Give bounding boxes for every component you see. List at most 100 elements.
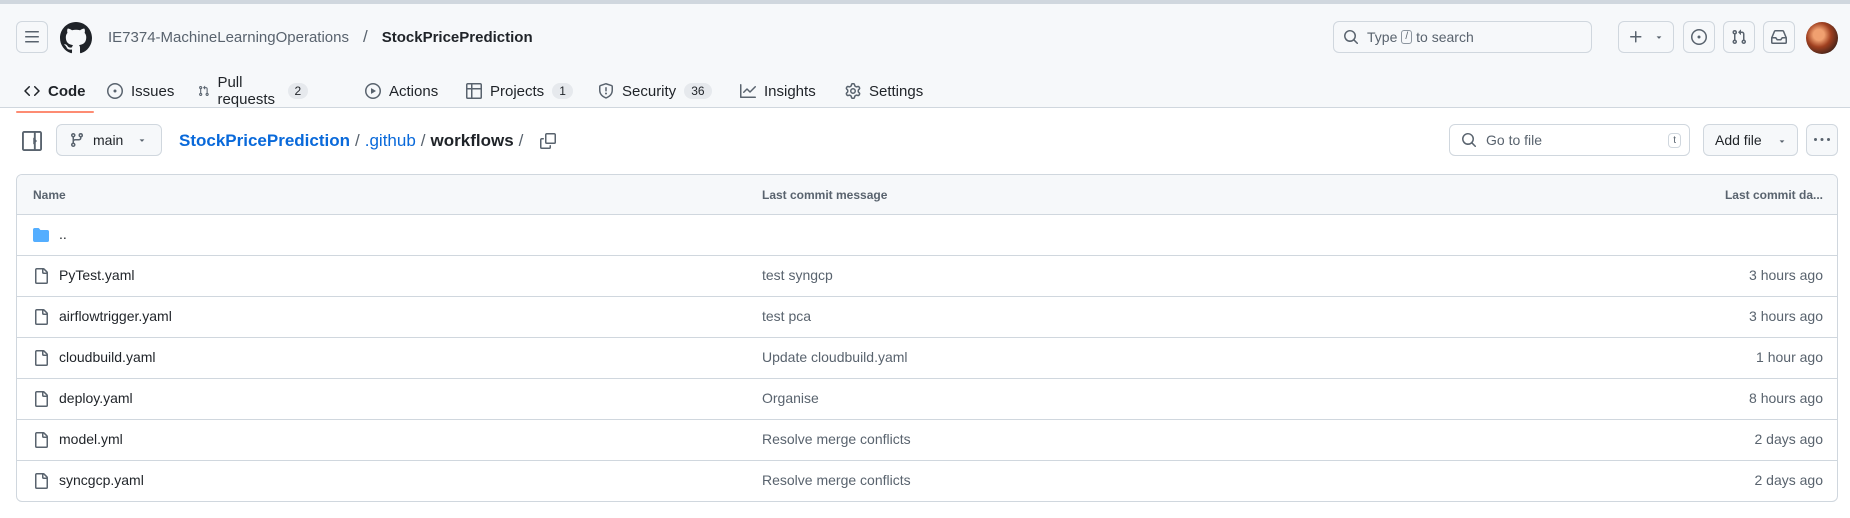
breadcrumb-github-link[interactable]: .github — [365, 131, 416, 151]
commit-message-link[interactable]: test syngcp — [762, 267, 833, 283]
play-icon — [365, 83, 381, 99]
branch-name: main — [93, 132, 124, 148]
file-row[interactable]: cloudbuild.yaml Update cloudbuild.yaml 1… — [17, 338, 1837, 379]
shield-icon — [599, 83, 613, 99]
file-icon — [35, 391, 48, 407]
issue-icon — [107, 83, 123, 99]
issue-opened-icon — [1691, 29, 1707, 45]
parent-directory-link[interactable]: .. — [59, 226, 67, 242]
file-name-link[interactable]: syncgcp.yaml — [59, 472, 144, 488]
file-row[interactable]: deploy.yaml Organise 8 hours ago — [17, 379, 1837, 420]
menu-button[interactable] — [16, 21, 48, 53]
copy-path-button[interactable] — [540, 133, 557, 149]
search-text-pre: Type — [1367, 29, 1398, 45]
tab-issues[interactable]: Issues — [99, 70, 182, 112]
tab-actions[interactable]: Actions — [357, 70, 446, 112]
inbox-button[interactable] — [1763, 21, 1795, 53]
commit-message-link[interactable]: Resolve merge conflicts — [762, 431, 911, 447]
copy-icon — [540, 133, 557, 149]
breadcrumb-separator: / — [355, 131, 360, 150]
file-icon — [35, 432, 48, 448]
go-to-file-input[interactable]: Go to file t — [1449, 124, 1690, 156]
tab-counter: 2 — [287, 83, 309, 99]
triangle-down-icon — [140, 139, 145, 142]
column-header-date: Last commit da... — [1724, 188, 1823, 202]
user-avatar[interactable] — [1806, 22, 1838, 54]
hamburger-icon — [25, 31, 39, 43]
gear-icon — [845, 83, 861, 99]
add-file-button[interactable]: Add file — [1703, 124, 1798, 156]
go-to-file-shortcut: t — [1668, 133, 1681, 148]
pull-request-icon — [199, 85, 209, 97]
file-name-link[interactable]: PyTest.yaml — [59, 267, 134, 283]
repo-context: IE7374-MachineLearningOperations / Stock… — [108, 4, 533, 70]
commit-date: 2 days ago — [1754, 431, 1824, 447]
commit-message-link[interactable]: Update cloudbuild.yaml — [762, 349, 908, 365]
issues-button[interactable] — [1683, 21, 1715, 53]
code-icon — [24, 85, 40, 97]
search-icon — [1462, 133, 1477, 148]
triangle-down-icon — [1779, 140, 1785, 143]
folder-icon — [33, 228, 49, 242]
tab-settings[interactable]: Settings — [837, 70, 931, 112]
search-icon — [1344, 30, 1359, 45]
tab-code[interactable]: Code — [16, 70, 94, 113]
sidebar-expand-icon[interactable] — [22, 131, 42, 151]
tab-pull-requests[interactable]: Pull requests 2 — [190, 70, 316, 112]
commit-date: 3 hours ago — [1749, 308, 1823, 324]
search-shortcut-key: / — [1401, 30, 1413, 44]
owner-link[interactable]: IE7374-MachineLearningOperations — [108, 29, 349, 46]
table-header: Name Last commit message Last commit da.… — [17, 175, 1837, 215]
plus-icon — [1630, 31, 1642, 43]
file-row[interactable]: syncgcp.yaml Resolve merge conflicts 2 d… — [17, 461, 1837, 501]
file-row[interactable]: PyTest.yaml test syngcp 3 hours ago — [17, 256, 1837, 297]
tab-label: Projects — [490, 82, 545, 100]
file-table: Name Last commit message Last commit da.… — [16, 174, 1838, 502]
file-name-link[interactable]: deploy.yaml — [59, 390, 133, 406]
go-to-file-placeholder: Go to file — [1486, 132, 1543, 148]
tab-projects[interactable]: Projects 1 — [458, 70, 581, 112]
file-icon — [35, 350, 48, 366]
add-file-label: Add file — [1715, 132, 1762, 148]
file-row[interactable]: airflowtrigger.yaml test pca 3 hours ago — [17, 297, 1837, 338]
tab-security[interactable]: Security 36 — [590, 70, 720, 112]
inbox-icon — [1771, 30, 1787, 44]
file-name-link[interactable]: airflowtrigger.yaml — [59, 308, 172, 324]
tab-label: Code — [48, 82, 86, 100]
create-new-button[interactable] — [1618, 21, 1674, 53]
commit-message-link[interactable]: Resolve merge conflicts — [762, 472, 911, 488]
file-icon — [35, 473, 48, 489]
tab-label: Security — [622, 82, 677, 100]
file-name-link[interactable]: model.yml — [59, 431, 123, 447]
tab-counter: 1 — [552, 83, 573, 99]
commit-date: 1 hour ago — [1756, 349, 1823, 365]
tab-label: Settings — [869, 82, 924, 100]
column-header-name: Name — [33, 188, 66, 202]
file-icon — [35, 309, 48, 325]
parent-directory-row[interactable]: .. — [17, 215, 1837, 256]
commit-message-link[interactable]: test pca — [762, 308, 811, 324]
file-icon — [35, 268, 48, 284]
tab-insights[interactable]: Insights — [732, 70, 824, 112]
breadcrumb: StockPricePrediction / .github / workflo… — [179, 128, 557, 154]
branch-selector-button[interactable]: main — [56, 124, 162, 156]
tab-label: Issues — [131, 82, 175, 100]
git-branch-icon — [70, 133, 83, 148]
tab-label: Insights — [764, 82, 816, 100]
tab-label: Actions — [389, 82, 439, 100]
breadcrumb-repo-link[interactable]: StockPricePrediction — [179, 131, 350, 151]
pull-requests-button[interactable] — [1723, 21, 1755, 53]
tab-label: Pull requests — [217, 74, 275, 108]
commit-date: 2 days ago — [1754, 472, 1824, 488]
graph-icon — [740, 84, 756, 98]
context-separator: / — [363, 27, 368, 46]
github-logo-icon[interactable] — [60, 22, 92, 54]
file-row[interactable]: model.yml Resolve merge conflicts 2 days… — [17, 420, 1837, 461]
triangle-down-icon — [1656, 36, 1662, 39]
more-options-button[interactable] — [1806, 124, 1838, 156]
tab-counter: 36 — [684, 83, 712, 99]
repo-link[interactable]: StockPricePrediction — [382, 29, 533, 46]
file-name-link[interactable]: cloudbuild.yaml — [59, 349, 156, 365]
global-search[interactable]: Type / to search — [1333, 21, 1592, 53]
commit-message-link[interactable]: Organise — [762, 390, 819, 406]
